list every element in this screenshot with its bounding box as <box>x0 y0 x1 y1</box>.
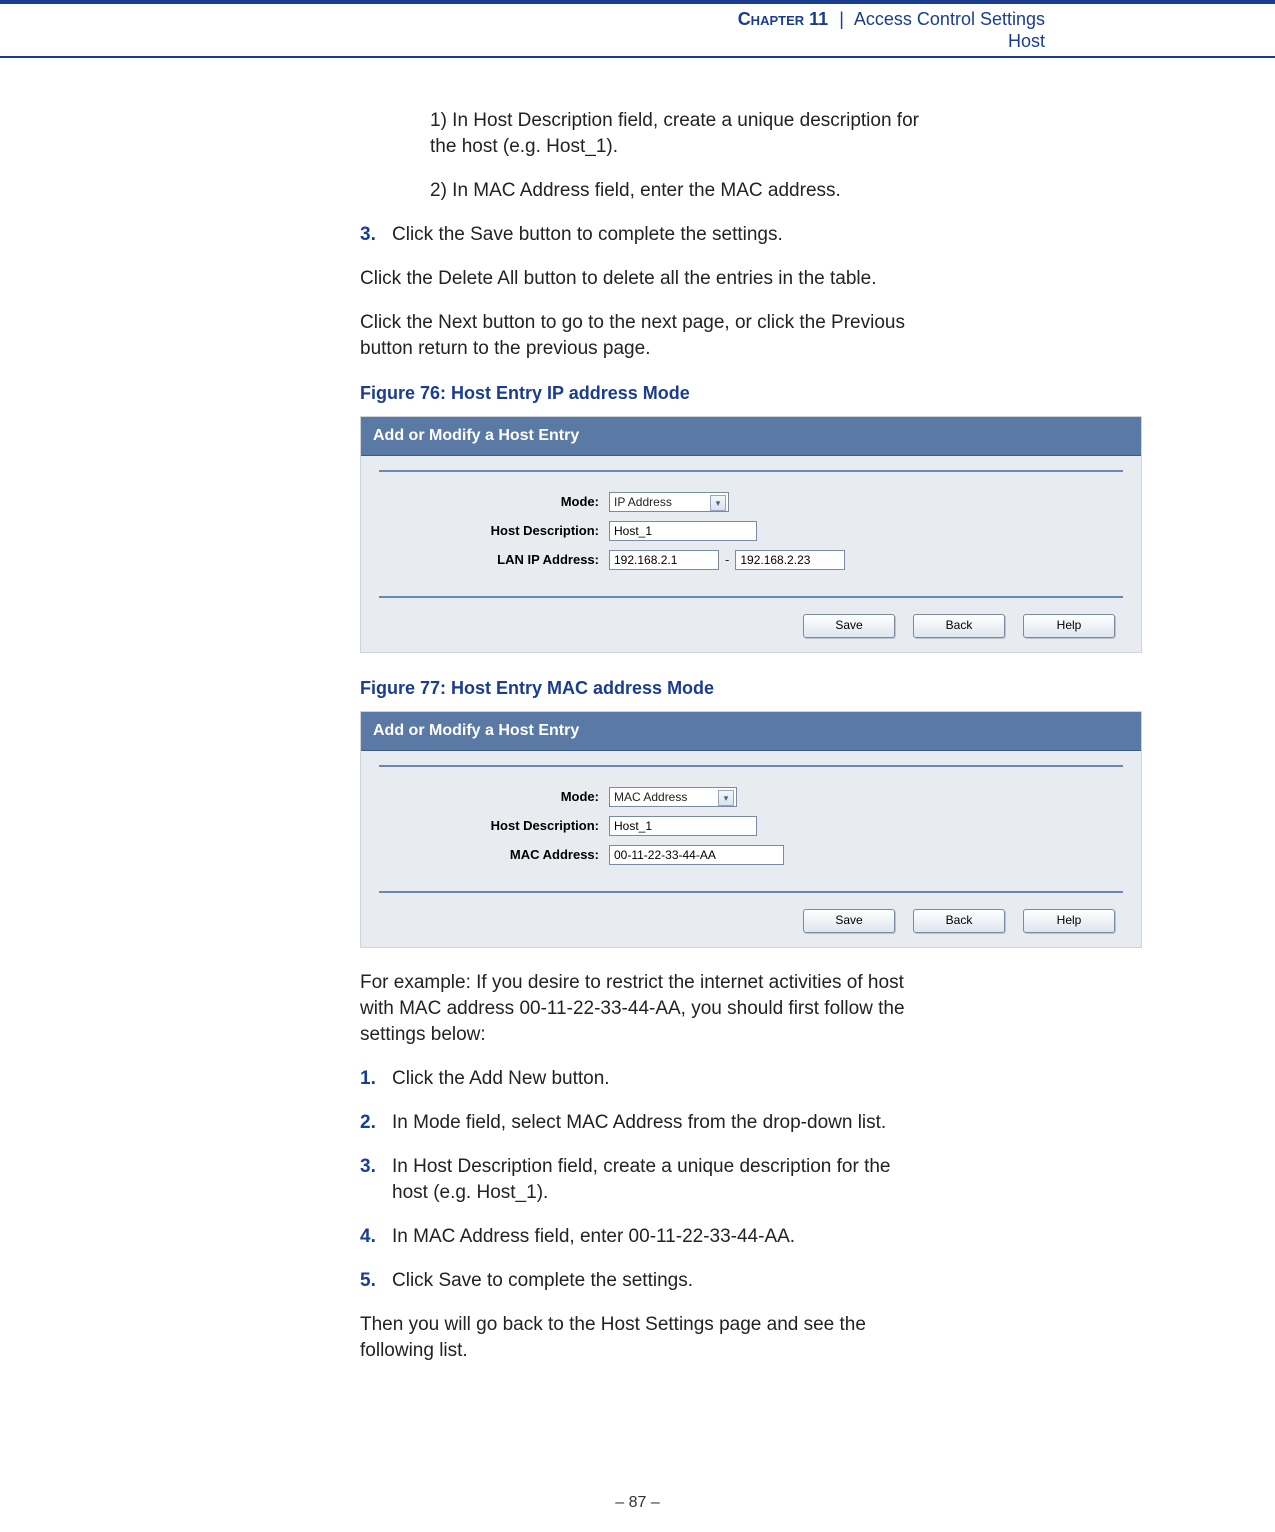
page-header: Chapter 11 | Access Control Settings Hos… <box>0 0 1275 58</box>
closing-text: Then you will go back to the Host Settin… <box>360 1312 930 1364</box>
help-button[interactable]: Help <box>1023 909 1115 933</box>
mode-select-value: IP Address <box>614 489 672 515</box>
save-button[interactable]: Save <box>803 909 895 933</box>
example-step-2-number: 2. <box>360 1110 392 1136</box>
divider-line <box>379 891 1123 893</box>
mac-address-label: MAC Address: <box>379 842 609 868</box>
substep-1: 1) In Host Description field, create a u… <box>430 108 930 160</box>
example-step-1-text: Click the Add New button. <box>392 1066 930 1092</box>
lan-ip-to-input[interactable] <box>735 550 845 570</box>
mode-label: Mode: <box>379 489 609 515</box>
chapter-word: Chapter <box>738 9 804 29</box>
divider-line <box>379 596 1123 598</box>
figure-77-caption: Figure 77: Host Entry MAC address Mode <box>360 675 930 701</box>
back-button[interactable]: Back <box>913 614 1005 638</box>
example-step-5-text: Click Save to complete the settings. <box>392 1268 930 1294</box>
page-number: – 87 – <box>615 1494 659 1511</box>
example-step-3-text: In Host Description field, create a uniq… <box>392 1154 930 1206</box>
lan-ip-from-input[interactable] <box>609 550 719 570</box>
example-step-3-number: 3. <box>360 1154 392 1206</box>
help-button[interactable]: Help <box>1023 614 1115 638</box>
divider-line <box>379 470 1123 472</box>
example-step-4-text: In MAC Address field, enter 00-11-22-33-… <box>392 1224 930 1250</box>
panel-title: Add or Modify a Host Entry <box>361 417 1141 456</box>
figure-77-screenshot: Add or Modify a Host Entry Mode: MAC Add… <box>360 711 1142 948</box>
example-step-4-number: 4. <box>360 1224 392 1250</box>
figure-76-screenshot: Add or Modify a Host Entry Mode: IP Addr… <box>360 416 1142 653</box>
chevron-down-icon: ▾ <box>718 790 734 806</box>
chevron-down-icon: ▾ <box>710 495 726 511</box>
chapter-number: 11 <box>809 9 828 29</box>
substep-2: 2) In MAC Address field, enter the MAC a… <box>430 178 930 204</box>
host-description-label: Host Description: <box>379 518 609 544</box>
ip-range-dash: - <box>719 547 735 573</box>
mac-address-input[interactable] <box>609 845 784 865</box>
example-step-5-number: 5. <box>360 1268 392 1294</box>
host-description-input[interactable] <box>609 521 757 541</box>
figure-76-caption: Figure 76: Host Entry IP address Mode <box>360 380 930 406</box>
page-footer: – 87 – <box>0 1494 1275 1512</box>
save-button[interactable]: Save <box>803 614 895 638</box>
mode-label: Mode: <box>379 784 609 810</box>
next-prev-note: Click the Next button to go to the next … <box>360 310 930 362</box>
back-button[interactable]: Back <box>913 909 1005 933</box>
lan-ip-label: LAN IP Address: <box>379 547 609 573</box>
step-3-text: Click the Save button to complete the se… <box>392 222 930 248</box>
example-intro: For example: If you desire to restrict t… <box>360 970 930 1048</box>
mode-select[interactable]: MAC Address ▾ <box>609 787 737 807</box>
delete-all-note: Click the Delete All button to delete al… <box>360 266 930 292</box>
mode-select-value: MAC Address <box>614 784 687 810</box>
header-subtitle: Host <box>738 30 1045 52</box>
panel-title: Add or Modify a Host Entry <box>361 712 1141 751</box>
example-step-1-number: 1. <box>360 1066 392 1092</box>
header-separator: | <box>833 9 850 29</box>
host-description-input[interactable] <box>609 816 757 836</box>
host-description-label: Host Description: <box>379 813 609 839</box>
mode-select[interactable]: IP Address ▾ <box>609 492 729 512</box>
divider-line <box>379 765 1123 767</box>
step-3-number: 3. <box>360 222 392 248</box>
example-step-2-text: In Mode field, select MAC Address from t… <box>392 1110 930 1136</box>
header-title: Access Control Settings <box>854 9 1045 29</box>
